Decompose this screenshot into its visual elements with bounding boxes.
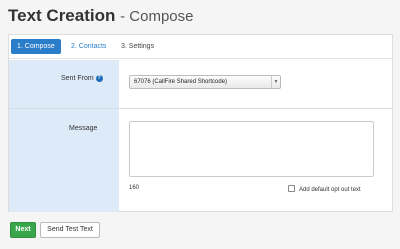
sent-from-label-text: Sent From [61, 75, 94, 82]
label-column [9, 60, 119, 212]
page-title: Text Creation - Compose [8, 6, 193, 26]
wizard-tabs: 1. Compose 2. Contacts 3. Settings [9, 35, 392, 59]
next-button[interactable]: Next [10, 222, 36, 238]
optout-option[interactable]: Add default opt out text [288, 185, 361, 193]
message-textarea[interactable] [129, 121, 374, 177]
page-title-main: Text Creation [8, 6, 116, 25]
page-subtitle: - Compose [120, 8, 194, 25]
send-test-text-button[interactable]: Send Test Text [40, 222, 100, 238]
dropdown-arrow-icon: ▼ [271, 76, 280, 88]
help-icon[interactable]: ? [95, 75, 103, 82]
tab-compose[interactable]: 1. Compose [11, 39, 61, 54]
optout-checkbox[interactable] [288, 185, 295, 192]
sent-from-label: Sent From? [61, 75, 103, 82]
compose-panel: 1. Compose 2. Contacts 3. Settings Sent … [8, 34, 393, 212]
row-divider [9, 108, 392, 109]
optout-label: Add default opt out text [299, 187, 361, 193]
sent-from-value: 67076 (CallFire Shared Shortcode) [134, 79, 228, 85]
tab-settings[interactable]: 3. Settings [115, 39, 160, 54]
character-count: 160 [129, 185, 140, 191]
tab-contacts[interactable]: 2. Contacts [65, 39, 112, 54]
sent-from-select[interactable]: 67076 (CallFire Shared Shortcode) ▼ [129, 75, 281, 89]
message-label: Message [69, 125, 98, 132]
